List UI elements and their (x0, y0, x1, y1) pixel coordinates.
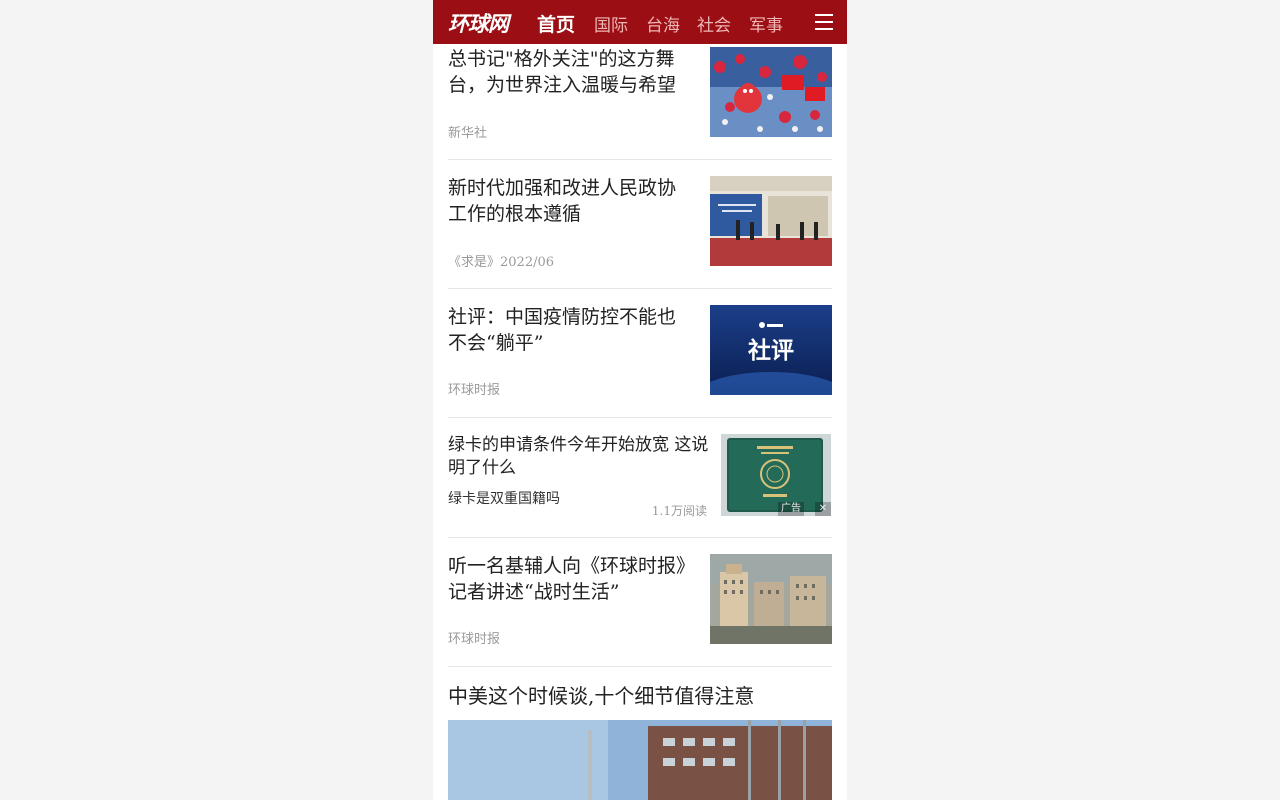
ad-read-count: 1.1万阅读 (651, 504, 707, 518)
tab-taiwan-strait[interactable]: 台海 (646, 11, 680, 36)
news-item[interactable]: 社评：中国疫情防控不能也不会“躺平” 环球时报 社评 (448, 289, 832, 418)
thumb-editorial-label: 社评 (748, 337, 794, 364)
news-thumbnail[interactable] (710, 176, 832, 266)
ad-close-icon[interactable]: ✕ (815, 502, 831, 516)
ad-subtitle: 绿卡是双重国籍吗 (448, 491, 560, 507)
ad-label: 广告 (778, 502, 804, 516)
news-title[interactable]: 新时代加强和改进人民政协工作的根本遵循 (448, 175, 693, 227)
news-title[interactable]: 总书记"格外关注"的这方舞台，为世界注入温暖与希望 (448, 46, 693, 98)
tab-society[interactable]: 社会 (697, 11, 731, 36)
featured-news-image[interactable] (448, 720, 832, 800)
news-item[interactable]: 听一名基辅人向《环球时报》记者讲述“战时生活” 环球时报 (448, 538, 832, 667)
tab-home[interactable]: 首页 (537, 10, 575, 37)
news-title[interactable]: 社评：中国疫情防控不能也不会“躺平” (448, 304, 693, 356)
tab-international[interactable]: 国际 (594, 11, 628, 36)
site-logo[interactable]: 环球网 (448, 8, 509, 38)
top-nav-bar: 环球网 首页 国际 台海 社会 军事 (433, 0, 847, 44)
tab-military[interactable]: 军事 (749, 11, 783, 36)
news-source: 新华社 (448, 126, 488, 141)
news-source: 《求是》2022/06 (448, 255, 555, 270)
news-item[interactable]: 新时代加强和改进人民政协工作的根本遵循 《求是》2022/06 (448, 160, 832, 289)
news-thumbnail[interactable]: 社评 (710, 305, 832, 395)
news-thumbnail[interactable] (710, 47, 832, 137)
hamburger-menu-icon[interactable] (815, 11, 833, 31)
news-source: 环球时报 (448, 383, 501, 398)
featured-news-title[interactable]: 中美这个时候谈,十个细节值得注意 (448, 682, 832, 710)
news-title[interactable]: 听一名基辅人向《环球时报》记者讲述“战时生活” (448, 553, 693, 605)
ad-thumbnail[interactable]: 广告 ✕ (721, 434, 831, 516)
ad-title[interactable]: 绿卡的申请条件今年开始放宽 这说明了什么 (448, 434, 710, 480)
news-thumbnail[interactable] (710, 554, 832, 644)
ad-item[interactable]: 绿卡的申请条件今年开始放宽 这说明了什么 绿卡是双重国籍吗 1.1万阅读 广告 … (448, 418, 832, 538)
mobile-page: 环球网 首页 国际 台海 社会 军事 总书记"格外关注"的这方舞台，为世界注入温… (433, 0, 847, 800)
news-item[interactable]: 总书记"格外关注"的这方舞台，为世界注入温暖与希望 新华社 (448, 44, 832, 160)
news-source: 环球时报 (448, 632, 501, 647)
